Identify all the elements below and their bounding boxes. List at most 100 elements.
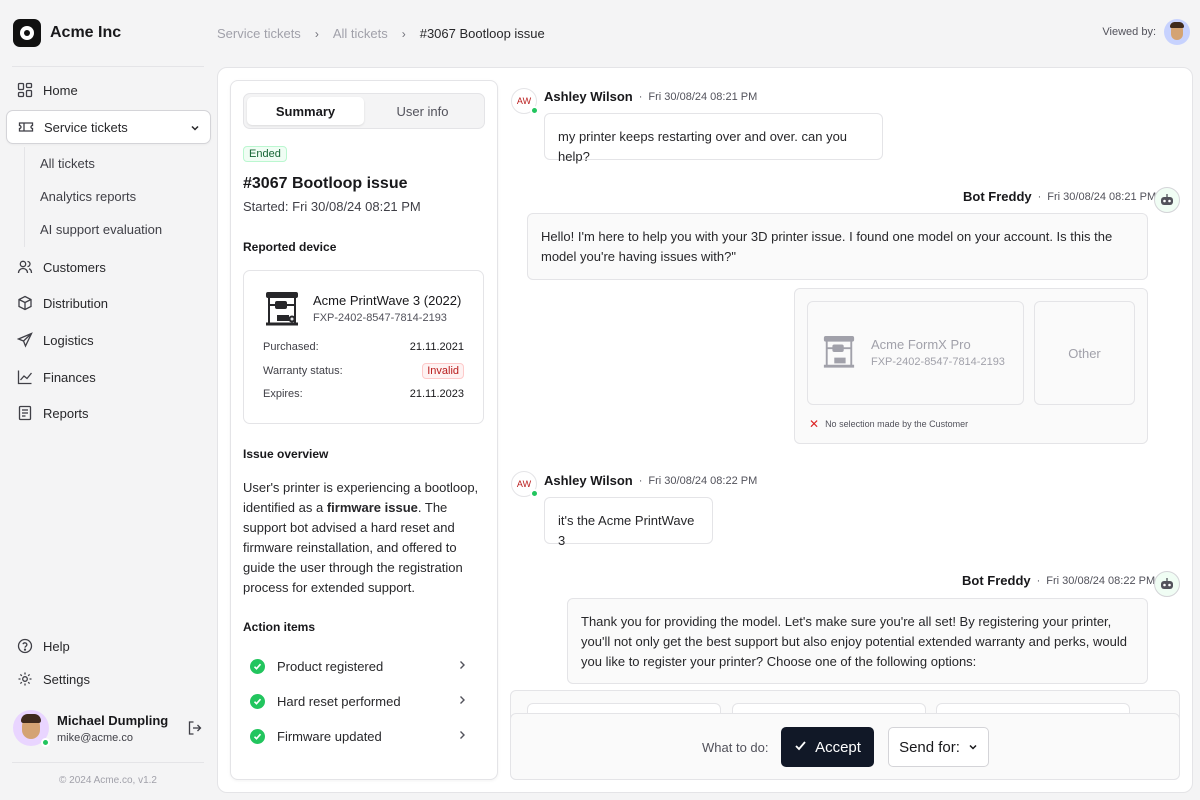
sidebar-divider bbox=[12, 66, 204, 67]
model-choice-card: Acme FormX Pro FXP-2402-8547-7814-2193 O… bbox=[794, 288, 1148, 444]
close-icon: ✕ bbox=[809, 417, 820, 431]
check-circle-icon bbox=[250, 728, 265, 744]
sidebar-subitem-analytics-reports[interactable]: Analytics reports bbox=[40, 189, 136, 204]
sidebar-subitem-all-tickets[interactable]: All tickets bbox=[40, 156, 95, 171]
tab-summary[interactable]: Summary bbox=[247, 97, 364, 125]
model-option[interactable]: Acme FormX Pro FXP-2402-8547-7814-2193 bbox=[807, 301, 1024, 405]
robot-icon bbox=[1161, 578, 1173, 589]
bot-avatar bbox=[1154, 187, 1180, 213]
action-item[interactable]: Hard reset performed bbox=[243, 686, 479, 716]
logout-icon[interactable] bbox=[187, 720, 203, 739]
chat-message: Thank you for providing the model. Let's… bbox=[567, 598, 1148, 684]
device-card: Acme PrintWave 3 (2022) FXP-2402-8547-78… bbox=[243, 270, 484, 424]
action-bar: What to do: Accept Send for: bbox=[510, 713, 1180, 780]
message-time: Fri 30/08/24 08:22 PM bbox=[1046, 574, 1156, 587]
breadcrumb: Service tickets › All tickets › #3067 Bo… bbox=[217, 26, 545, 41]
no-selection-note: ✕ No selection made by the Customer bbox=[809, 417, 969, 431]
copyright: © 2024 Acme.co, v1.2 bbox=[59, 775, 157, 786]
what-to-do-label: What to do: bbox=[702, 740, 769, 755]
action-item[interactable]: Product registered bbox=[243, 651, 479, 681]
summary-panel: Summary User info Ended #3067 Bootloop i… bbox=[230, 80, 498, 780]
purchased-value: 21.11.2021 bbox=[409, 341, 464, 353]
chevron-right-icon bbox=[457, 694, 467, 709]
status-badge: Ended bbox=[243, 146, 287, 162]
sidebar-subitem-ai-support-evaluation[interactable]: AI support evaluation bbox=[40, 222, 162, 237]
sidebar: Acme Inc Home Service tickets All ticket… bbox=[0, 0, 216, 800]
accept-button-label: Accept bbox=[815, 738, 861, 756]
action-item[interactable]: Firmware updated bbox=[243, 721, 479, 751]
ticket-started: Started: Fri 30/08/24 08:21 PM bbox=[243, 199, 421, 214]
user-email: mike@acme.co bbox=[57, 732, 133, 744]
sender-name: Ashley Wilson bbox=[544, 473, 633, 488]
ticket-icon bbox=[17, 118, 35, 136]
tab-user-info[interactable]: User info bbox=[364, 97, 481, 125]
device-name: Acme PrintWave 3 (2022) bbox=[313, 293, 462, 308]
brand-logo-icon bbox=[13, 19, 41, 47]
sidebar-item-label: Customers bbox=[43, 259, 106, 275]
brand[interactable]: Acme Inc bbox=[13, 19, 121, 47]
message-time: Fri 30/08/24 08:21 PM bbox=[1047, 190, 1157, 203]
send-for-dropdown[interactable]: Send for: bbox=[888, 727, 989, 767]
dot-separator: · bbox=[638, 474, 643, 487]
action-item-label: Hard reset performed bbox=[277, 693, 401, 709]
gear-icon bbox=[16, 670, 34, 688]
sidebar-item-label: Finances bbox=[43, 369, 96, 385]
dot-separator: · bbox=[1037, 190, 1042, 203]
user-profile[interactable]: Michael Dumpling mike@acme.co bbox=[13, 710, 208, 750]
other-option[interactable]: Other bbox=[1034, 301, 1135, 405]
bot-avatar bbox=[1154, 571, 1180, 597]
message-header: Bot Freddy · Fri 30/08/24 08:22 PM bbox=[962, 573, 1155, 588]
chevron-right-icon bbox=[457, 729, 467, 744]
printer-3d-icon bbox=[822, 334, 856, 373]
sidebar-item-label: Settings bbox=[43, 671, 90, 687]
sidebar-item-logistics[interactable]: Logistics bbox=[6, 323, 211, 357]
online-status-dot bbox=[41, 738, 50, 747]
reported-device-heading: Reported device bbox=[243, 240, 337, 254]
warranty-label: Warranty status: bbox=[263, 365, 343, 377]
sidebar-item-label: Home bbox=[43, 82, 78, 98]
sidebar-item-label: Logistics bbox=[43, 332, 94, 348]
check-icon bbox=[794, 739, 807, 756]
document-icon bbox=[16, 404, 34, 422]
sidebar-item-service-tickets[interactable]: Service tickets bbox=[6, 110, 211, 144]
sidebar-item-distribution[interactable]: Distribution bbox=[6, 286, 211, 320]
sidebar-item-label: Reports bbox=[43, 405, 89, 421]
brand-name: Acme Inc bbox=[50, 24, 122, 41]
purchased-label: Purchased: bbox=[263, 341, 319, 353]
sidebar-item-label: Distribution bbox=[43, 295, 109, 311]
chevron-right-icon bbox=[457, 659, 467, 674]
viewed-by: Viewed by: bbox=[1102, 19, 1190, 45]
sender-name: Bot Freddy bbox=[962, 573, 1031, 588]
breadcrumb-item[interactable]: Service tickets bbox=[217, 26, 301, 41]
user-name: Michael Dumpling bbox=[57, 713, 169, 728]
sidebar-item-home[interactable]: Home bbox=[6, 73, 211, 107]
send-icon bbox=[16, 331, 34, 349]
online-status-dot bbox=[530, 489, 539, 498]
sender-name: Bot Freddy bbox=[963, 189, 1032, 204]
expires-value: 21.11.2023 bbox=[409, 388, 464, 400]
model-option-name: Acme FormX Pro bbox=[871, 337, 971, 352]
grid-icon bbox=[16, 81, 34, 99]
purchased-row: Purchased: 21.11.2021 bbox=[263, 341, 464, 353]
check-circle-icon bbox=[250, 658, 265, 674]
breadcrumb-item[interactable]: All tickets bbox=[333, 26, 388, 41]
sidebar-item-customers[interactable]: Customers bbox=[6, 250, 211, 284]
accept-button[interactable]: Accept bbox=[781, 727, 874, 767]
online-status-dot bbox=[530, 106, 539, 115]
sidebar-item-settings[interactable]: Settings bbox=[6, 662, 211, 696]
sidebar-item-reports[interactable]: Reports bbox=[6, 396, 211, 430]
dot-separator: · bbox=[638, 90, 643, 103]
device-serial: FXP-2402-8547-7814-2193 bbox=[313, 312, 447, 324]
viewer-avatar[interactable] bbox=[1164, 19, 1190, 45]
expires-label: Expires: bbox=[263, 388, 303, 400]
chevron-right-icon: › bbox=[401, 26, 406, 41]
box-icon bbox=[16, 294, 34, 312]
chevron-down-icon bbox=[190, 121, 200, 136]
breadcrumb-current: #3067 Bootloop issue bbox=[419, 26, 545, 41]
sidebar-divider bbox=[12, 762, 204, 763]
action-item-label: Product registered bbox=[277, 658, 384, 674]
warranty-status-badge: Invalid bbox=[422, 363, 464, 379]
chat-message: Hello! I'm here to help you with your 3D… bbox=[527, 213, 1148, 280]
sidebar-item-help[interactable]: Help bbox=[6, 629, 211, 663]
sidebar-item-finances[interactable]: Finances bbox=[6, 360, 211, 394]
